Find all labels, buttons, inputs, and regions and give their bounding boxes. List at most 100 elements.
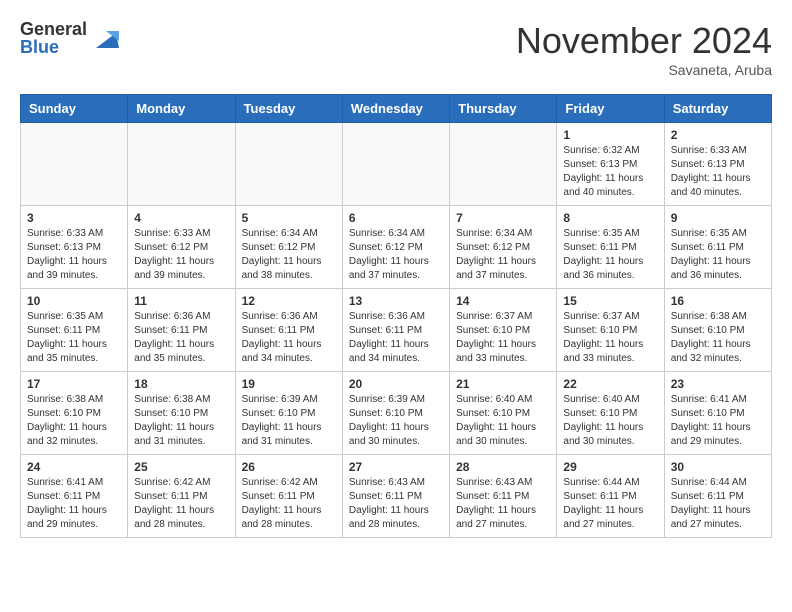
calendar-cell: 9 Sunrise: 6:35 AM Sunset: 6:11 PM Daylig…	[664, 206, 771, 289]
day-info: Sunrise: 6:32 AM Sunset: 6:13 PM Dayligh…	[563, 144, 657, 200]
day-number: 30	[671, 460, 765, 474]
day-info: Sunrise: 6:41 AM Sunset: 6:10 PM Dayligh…	[671, 393, 765, 449]
day-number: 23	[671, 377, 765, 391]
calendar-week-row: 1 Sunrise: 6:32 AM Sunset: 6:13 PM Daylig…	[21, 123, 772, 206]
day-number: 22	[563, 377, 657, 391]
day-info: Sunrise: 6:44 AM Sunset: 6:11 PM Dayligh…	[563, 476, 657, 532]
page-header: General Blue November 2024 Savaneta, Aru…	[20, 20, 772, 78]
day-info: Sunrise: 6:38 AM Sunset: 6:10 PM Dayligh…	[27, 393, 121, 449]
weekday-header-friday: Friday	[557, 95, 664, 123]
day-number: 15	[563, 294, 657, 308]
day-info: Sunrise: 6:36 AM Sunset: 6:11 PM Dayligh…	[349, 310, 443, 366]
calendar-cell: 3 Sunrise: 6:33 AM Sunset: 6:13 PM Daylig…	[21, 206, 128, 289]
day-number: 11	[134, 294, 228, 308]
day-info: Sunrise: 6:35 AM Sunset: 6:11 PM Dayligh…	[27, 310, 121, 366]
day-info: Sunrise: 6:39 AM Sunset: 6:10 PM Dayligh…	[242, 393, 336, 449]
day-info: Sunrise: 6:40 AM Sunset: 6:10 PM Dayligh…	[563, 393, 657, 449]
weekday-header-tuesday: Tuesday	[235, 95, 342, 123]
calendar-cell: 19 Sunrise: 6:39 AM Sunset: 6:10 PM Dayli…	[235, 372, 342, 455]
calendar-cell: 10 Sunrise: 6:35 AM Sunset: 6:11 PM Dayli…	[21, 289, 128, 372]
calendar-cell	[128, 123, 235, 206]
day-number: 19	[242, 377, 336, 391]
day-number: 18	[134, 377, 228, 391]
day-number: 28	[456, 460, 550, 474]
day-number: 1	[563, 128, 657, 142]
day-number: 5	[242, 211, 336, 225]
calendar-cell: 30 Sunrise: 6:44 AM Sunset: 6:11 PM Dayli…	[664, 455, 771, 538]
day-info: Sunrise: 6:37 AM Sunset: 6:10 PM Dayligh…	[456, 310, 550, 366]
day-number: 27	[349, 460, 443, 474]
weekday-header-saturday: Saturday	[664, 95, 771, 123]
calendar-cell: 22 Sunrise: 6:40 AM Sunset: 6:10 PM Dayli…	[557, 372, 664, 455]
day-info: Sunrise: 6:36 AM Sunset: 6:11 PM Dayligh…	[242, 310, 336, 366]
calendar-cell: 2Sunrise: 6:33 AM Sunset: 6:13 PM Daylig…	[664, 123, 771, 206]
day-number: 21	[456, 377, 550, 391]
calendar-cell: 7Sunrise: 6:34 AM Sunset: 6:12 PM Daylig…	[450, 206, 557, 289]
day-number: 29	[563, 460, 657, 474]
day-number: 6	[349, 211, 443, 225]
day-number: 10	[27, 294, 121, 308]
calendar-cell: 14 Sunrise: 6:37 AM Sunset: 6:10 PM Dayli…	[450, 289, 557, 372]
logo: General Blue	[20, 20, 121, 56]
logo-text: General Blue	[20, 20, 87, 56]
calendar-cell: 13 Sunrise: 6:36 AM Sunset: 6:11 PM Dayli…	[342, 289, 449, 372]
calendar-cell	[342, 123, 449, 206]
day-number: 8	[563, 211, 657, 225]
day-number: 7	[456, 211, 550, 225]
day-number: 24	[27, 460, 121, 474]
day-info: Sunrise: 6:42 AM Sunset: 6:11 PM Dayligh…	[242, 476, 336, 532]
day-info: Sunrise: 6:35 AM Sunset: 6:11 PM Dayligh…	[563, 227, 657, 283]
calendar-week-row: 17Sunrise: 6:38 AM Sunset: 6:10 PM Dayli…	[21, 372, 772, 455]
calendar-cell: 23 Sunrise: 6:41 AM Sunset: 6:10 PM Dayli…	[664, 372, 771, 455]
logo-blue: Blue	[20, 38, 87, 56]
calendar-cell: 8 Sunrise: 6:35 AM Sunset: 6:11 PM Daylig…	[557, 206, 664, 289]
weekday-header-monday: Monday	[128, 95, 235, 123]
calendar-cell: 16Sunrise: 6:38 AM Sunset: 6:10 PM Dayli…	[664, 289, 771, 372]
location: Savaneta, Aruba	[516, 62, 772, 78]
day-number: 14	[456, 294, 550, 308]
day-info: Sunrise: 6:33 AM Sunset: 6:13 PM Dayligh…	[27, 227, 121, 283]
calendar-cell: 12 Sunrise: 6:36 AM Sunset: 6:11 PM Dayli…	[235, 289, 342, 372]
day-info: Sunrise: 6:40 AM Sunset: 6:10 PM Dayligh…	[456, 393, 550, 449]
calendar-cell: 17Sunrise: 6:38 AM Sunset: 6:10 PM Dayli…	[21, 372, 128, 455]
calendar-cell: 25Sunrise: 6:42 AM Sunset: 6:11 PM Dayli…	[128, 455, 235, 538]
calendar-header: SundayMondayTuesdayWednesdayThursdayFrid…	[21, 95, 772, 123]
day-number: 26	[242, 460, 336, 474]
day-info: Sunrise: 6:37 AM Sunset: 6:10 PM Dayligh…	[563, 310, 657, 366]
calendar-cell: 29 Sunrise: 6:44 AM Sunset: 6:11 PM Dayli…	[557, 455, 664, 538]
day-info: Sunrise: 6:35 AM Sunset: 6:11 PM Dayligh…	[671, 227, 765, 283]
calendar-table: SundayMondayTuesdayWednesdayThursdayFrid…	[20, 94, 772, 538]
weekday-header-wednesday: Wednesday	[342, 95, 449, 123]
calendar-cell: 15 Sunrise: 6:37 AM Sunset: 6:10 PM Dayli…	[557, 289, 664, 372]
day-info: Sunrise: 6:44 AM Sunset: 6:11 PM Dayligh…	[671, 476, 765, 532]
calendar-cell: 18 Sunrise: 6:38 AM Sunset: 6:10 PM Dayli…	[128, 372, 235, 455]
day-info: Sunrise: 6:36 AM Sunset: 6:11 PM Dayligh…	[134, 310, 228, 366]
calendar-week-row: 24Sunrise: 6:41 AM Sunset: 6:11 PM Dayli…	[21, 455, 772, 538]
calendar-week-row: 10 Sunrise: 6:35 AM Sunset: 6:11 PM Dayli…	[21, 289, 772, 372]
day-number: 12	[242, 294, 336, 308]
calendar-week-row: 3 Sunrise: 6:33 AM Sunset: 6:13 PM Daylig…	[21, 206, 772, 289]
calendar-cell: 6Sunrise: 6:34 AM Sunset: 6:12 PM Daylig…	[342, 206, 449, 289]
day-info: Sunrise: 6:39 AM Sunset: 6:10 PM Dayligh…	[349, 393, 443, 449]
calendar-cell: 5 Sunrise: 6:34 AM Sunset: 6:12 PM Daylig…	[235, 206, 342, 289]
title-block: November 2024 Savaneta, Aruba	[516, 20, 772, 78]
day-info: Sunrise: 6:34 AM Sunset: 6:12 PM Dayligh…	[242, 227, 336, 283]
calendar-cell: 26 Sunrise: 6:42 AM Sunset: 6:11 PM Dayli…	[235, 455, 342, 538]
day-number: 9	[671, 211, 765, 225]
day-info: Sunrise: 6:38 AM Sunset: 6:10 PM Dayligh…	[134, 393, 228, 449]
day-info: Sunrise: 6:43 AM Sunset: 6:11 PM Dayligh…	[456, 476, 550, 532]
calendar-cell	[450, 123, 557, 206]
day-info: Sunrise: 6:42 AM Sunset: 6:11 PM Dayligh…	[134, 476, 228, 532]
calendar-cell: 21 Sunrise: 6:40 AM Sunset: 6:10 PM Dayli…	[450, 372, 557, 455]
day-number: 13	[349, 294, 443, 308]
day-info: Sunrise: 6:33 AM Sunset: 6:13 PM Dayligh…	[671, 144, 765, 200]
day-info: Sunrise: 6:33 AM Sunset: 6:12 PM Dayligh…	[134, 227, 228, 283]
calendar-body: 1 Sunrise: 6:32 AM Sunset: 6:13 PM Daylig…	[21, 123, 772, 538]
day-number: 16	[671, 294, 765, 308]
calendar-cell: 4Sunrise: 6:33 AM Sunset: 6:12 PM Daylig…	[128, 206, 235, 289]
day-number: 20	[349, 377, 443, 391]
weekday-header-row: SundayMondayTuesdayWednesdayThursdayFrid…	[21, 95, 772, 123]
weekday-header-sunday: Sunday	[21, 95, 128, 123]
day-number: 3	[27, 211, 121, 225]
calendar-cell	[235, 123, 342, 206]
